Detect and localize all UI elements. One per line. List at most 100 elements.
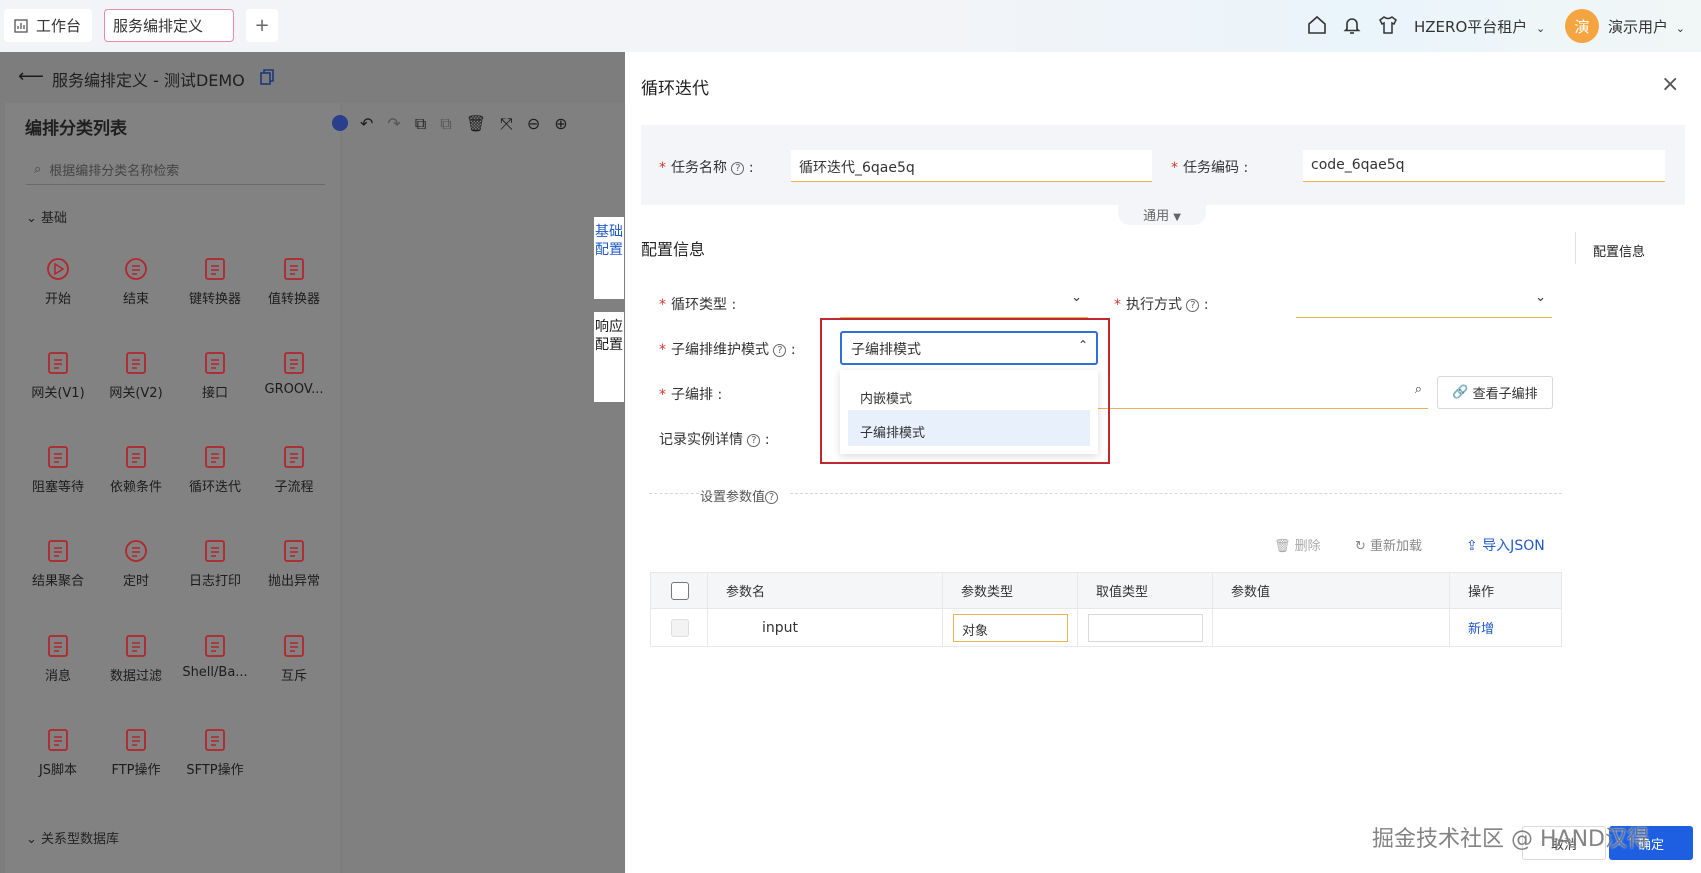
node-item[interactable]: 接口 [180,350,250,401]
tenant-selector[interactable]: HZERO平台租户 ⌄ [1414,16,1545,37]
import-icon: ⇪ [1466,538,1483,554]
tab-service-orchestration[interactable]: 服务编排定义 [104,9,234,42]
node-item[interactable]: 键转换器 [180,256,250,307]
param-type-input[interactable]: 对象 [953,613,1068,642]
chevron-down-icon: ⌄ [26,211,37,226]
node-item[interactable]: 阻塞等待 [23,444,93,495]
node-item[interactable]: 日志打印 [180,538,250,589]
value-type-input[interactable] [1088,613,1203,642]
paste-icon[interactable]: ⧉ [440,114,451,134]
general-toggle-label: 通用 [1143,209,1170,224]
tab-response-config[interactable]: 响应配置 [594,312,624,402]
sub-flow-input[interactable]: ⌕ [1096,376,1428,409]
home-icon[interactable] [1306,14,1328,36]
node-item[interactable]: 循环迭代 [180,444,250,495]
category-panel-title: 编排分类列表 [25,119,127,139]
back-arrow-icon[interactable]: ⟵ [18,66,44,87]
user-menu[interactable]: 演示用户 ⌄ [1608,16,1685,37]
node-item[interactable]: 结果聚合 [23,538,93,589]
sliders-icon [284,635,304,657]
anchor-config-info[interactable]: 配置信息 [1593,241,1645,260]
zoom-in-icon[interactable]: ⊕ [554,114,567,134]
chevron-down-icon: ⌄ [1675,22,1686,35]
tab-workbench[interactable]: 工作台 [4,9,92,42]
avatar[interactable]: 演 [1565,9,1599,43]
node-item[interactable]: 网关(V1) [23,350,93,401]
close-icon[interactable]: × [1661,72,1679,97]
node-item[interactable]: 消息 [23,633,93,684]
node-item[interactable]: JS脚本 [23,727,93,778]
node-item[interactable]: SFTP操作 [180,727,250,778]
cell-param-value[interactable] [1212,608,1450,647]
node-label: 网关(V1) [31,386,85,401]
help-icon: ? [765,491,779,504]
divider-left [649,493,699,494]
node-item[interactable]: 开始 [23,256,93,307]
option-sub-orchestration[interactable]: 子编排模式 [848,410,1090,446]
zoom-out-icon[interactable]: ⊖ [527,114,540,134]
orchestration-canvas[interactable] [342,103,625,873]
ftp-icon [126,729,146,751]
reload-button[interactable]: ↻ 重新加载 [1355,535,1422,554]
node-item[interactable]: 依赖条件 [101,444,171,495]
node-item[interactable]: 值转换器 [259,256,329,307]
import-json-button[interactable]: ⇪ 导入JSON [1466,535,1545,555]
aggregate-icon [48,540,68,562]
general-toggle[interactable]: 通用 ▼ [1118,203,1206,225]
node-item[interactable]: 网关(V2) [101,350,171,401]
node-item[interactable]: 互斥 [259,633,329,684]
task-code-input[interactable]: code_6qae5q [1303,150,1665,182]
filter-icon [126,635,146,657]
group-basic-header[interactable]: ⌄ 基础 [26,207,67,226]
node-item[interactable]: 定时 [101,538,171,589]
bell-icon[interactable] [1341,14,1363,36]
log-icon [205,540,225,562]
loop-icon [205,446,225,468]
loop-type-label: * 循环类型 : [659,297,737,313]
node-item[interactable]: 数据过滤 [101,633,171,684]
tab-basic-config[interactable]: 基础配置 [594,217,624,299]
exec-mode-select[interactable]: ⌄ [1296,288,1552,318]
select-all-checkbox[interactable] [671,581,689,600]
chevron-down-icon: ⌄ [1071,290,1082,305]
sub-flow-text: 子编排 [671,387,713,403]
node-item[interactable]: 子流程 [259,444,329,495]
option-embedded[interactable]: 内嵌模式 [840,374,1098,410]
node-item[interactable]: Shell/Ba... [180,633,250,680]
copy-icon[interactable] [260,69,274,85]
delete-icon[interactable]: 🗑 [466,114,486,134]
task-name-label: * 任务名称 ? : [659,160,754,176]
delete-button[interactable]: 🗑 删除 [1274,535,1321,554]
lookup-icon[interactable]: ⌕ [1415,382,1422,397]
node-label: FTP操作 [111,763,161,778]
node-item[interactable]: 抛出异常 [259,538,329,589]
node-item[interactable]: GROOV... [259,350,329,397]
fit-icon[interactable]: ⤧ [500,114,513,134]
shirt-icon[interactable] [1377,14,1399,36]
node-label: 互斥 [280,669,307,684]
node-label: Shell/Ba... [182,665,248,680]
node-item[interactable]: 结束 [101,256,171,307]
category-search-input[interactable]: ⌕ 根据编排分类名称检索 [26,155,325,185]
group-rdb-header[interactable]: ⌄ 关系型数据库 [26,828,119,847]
copy-node-icon[interactable]: ⧉ [415,114,426,134]
record-detail-text: 记录实例详情 [659,432,743,448]
node-label: 日志打印 [188,574,241,589]
add-tab-button[interactable]: + [246,9,278,42]
undo-icon[interactable]: ↶ [360,114,373,134]
redo-icon[interactable]: ↷ [387,114,400,134]
add-row-link[interactable]: 新增 [1449,608,1562,647]
param-section-title: 设置参数值? [700,486,779,505]
sub-mode-select[interactable]: 子编排模式 ⌃ [840,331,1098,365]
refresh-icon: ↻ [1355,539,1371,554]
task-name-input[interactable]: 循环迭代_6qae5q [791,150,1152,182]
node-item[interactable]: FTP操作 [101,727,171,778]
view-sub-label: 查看子编排 [1472,387,1538,402]
collapse-panel-icon[interactable] [332,115,348,131]
help-icon: ? [1186,298,1200,312]
loop-type-select[interactable]: ⌄ [840,288,1088,318]
view-sub-button[interactable]: 🔗 查看子编排 [1437,376,1553,409]
param-section-text: 设置参数值 [700,490,766,505]
row-checkbox[interactable] [671,618,689,637]
help-icon: ? [773,343,787,357]
